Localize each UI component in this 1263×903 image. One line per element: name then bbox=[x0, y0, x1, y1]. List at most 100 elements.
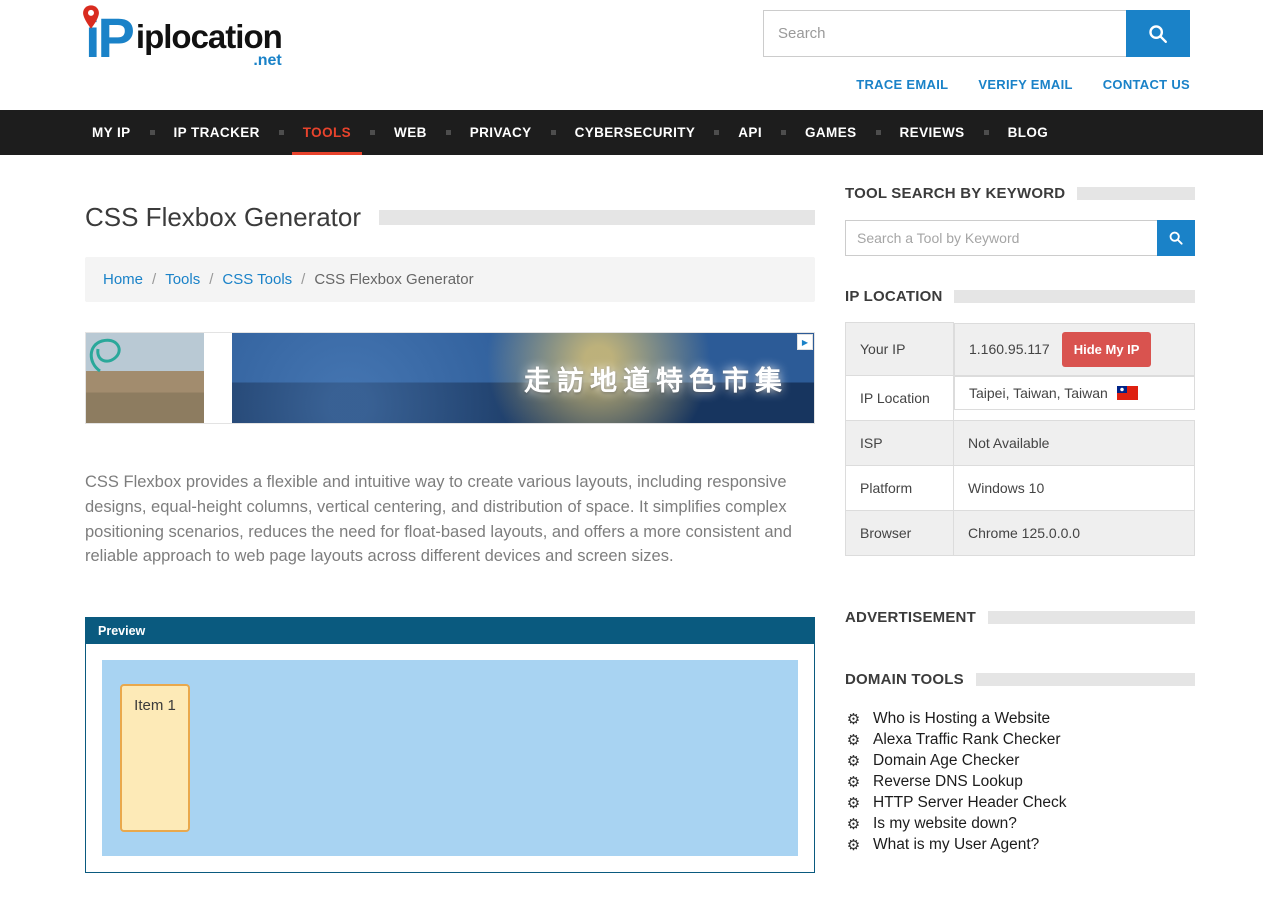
domain-tool-link-user-agent[interactable]: What is my User Agent? bbox=[873, 836, 1039, 854]
ip-row-value-cell: 1.160.95.117 Hide My IP bbox=[954, 323, 1195, 376]
isp-value: Not Available bbox=[954, 421, 1195, 466]
heading-decorative-bar bbox=[1077, 187, 1195, 200]
list-item: ⚙ Alexa Traffic Rank Checker bbox=[845, 729, 1195, 750]
domain-tool-link-reverse-dns[interactable]: Reverse DNS Lookup bbox=[873, 773, 1023, 791]
flexbox-preview-panel: Preview Item 1 bbox=[85, 617, 815, 873]
preview-panel-body: Item 1 bbox=[86, 644, 814, 872]
platform-value: Windows 10 bbox=[954, 466, 1195, 511]
domain-tools-heading: DOMAIN TOOLS bbox=[845, 671, 964, 688]
nav-item-reviews[interactable]: REVIEWS bbox=[881, 110, 984, 155]
domain-tools-list: ⚙ Who is Hosting a Website ⚙ Alexa Traff… bbox=[845, 708, 1195, 855]
title-decorative-bar bbox=[379, 210, 815, 225]
breadcrumb-home[interactable]: Home bbox=[103, 271, 143, 288]
ip-row-label: IP Location bbox=[846, 376, 954, 421]
tool-search-heading: TOOL SEARCH BY KEYWORD bbox=[845, 185, 1065, 202]
contact-us-link[interactable]: CONTACT US bbox=[1103, 77, 1190, 92]
ip-location-section: IP LOCATION Your IP 1.160.95.117 Hide My… bbox=[845, 288, 1195, 556]
ad-choices-icon[interactable]: ▶ bbox=[797, 334, 813, 350]
ip-row-label: Your IP bbox=[846, 323, 954, 376]
gear-icon: ⚙ bbox=[845, 731, 862, 749]
site-search-button[interactable] bbox=[1126, 10, 1190, 57]
your-ip-value: 1.160.95.117 bbox=[969, 341, 1050, 357]
nav-item-my-ip[interactable]: MY IP bbox=[73, 110, 150, 155]
search-icon bbox=[1168, 230, 1184, 246]
breadcrumb-separator bbox=[292, 271, 314, 288]
site-search bbox=[763, 10, 1190, 57]
logo-text: iplocation .net bbox=[136, 18, 282, 70]
gear-icon: ⚙ bbox=[845, 794, 862, 812]
page-title-row: CSS Flexbox Generator bbox=[85, 202, 815, 233]
ad-squiggle-graphic bbox=[86, 333, 204, 423]
nav-item-api[interactable]: API bbox=[719, 110, 781, 155]
breadcrumb-separator bbox=[200, 271, 222, 288]
verify-email-link[interactable]: VERIFY EMAIL bbox=[978, 77, 1072, 92]
preview-flex-container: Item 1 bbox=[102, 660, 798, 856]
nav-item-privacy[interactable]: PRIVACY bbox=[451, 110, 551, 155]
preview-panel-title: Preview bbox=[86, 618, 814, 644]
hide-my-ip-button[interactable]: Hide My IP bbox=[1062, 332, 1152, 367]
nav-item-cybersecurity[interactable]: CYBERSECURITY bbox=[556, 110, 715, 155]
list-item: ⚙ What is my User Agent? bbox=[845, 834, 1195, 855]
ad-banner-main-image: 走訪地道特色市集 bbox=[232, 333, 814, 423]
nav-item-web[interactable]: WEB bbox=[375, 110, 446, 155]
page-title: CSS Flexbox Generator bbox=[85, 202, 361, 233]
list-item: ⚙ Domain Age Checker bbox=[845, 750, 1195, 771]
breadcrumb-separator bbox=[143, 271, 165, 288]
nav-item-ip-tracker[interactable]: IP TRACKER bbox=[155, 110, 279, 155]
domain-tool-link-website-down[interactable]: Is my website down? bbox=[873, 815, 1017, 833]
table-row: IP Location Taipei, Taiwan, Taiwan bbox=[846, 376, 1195, 421]
preview-flex-item-1: Item 1 bbox=[120, 684, 190, 832]
ip-row-label: Browser bbox=[846, 511, 954, 556]
breadcrumb-tools[interactable]: Tools bbox=[165, 271, 200, 288]
logo-name: iplocation bbox=[136, 18, 282, 56]
logo-tld: .net bbox=[253, 52, 281, 70]
breadcrumb-current: CSS Flexbox Generator bbox=[314, 271, 473, 288]
domain-tool-link-domain-age[interactable]: Domain Age Checker bbox=[873, 752, 1019, 770]
main-column: CSS Flexbox Generator Home Tools CSS Too… bbox=[85, 185, 815, 873]
gear-icon: ⚙ bbox=[845, 773, 862, 791]
gear-icon: ⚙ bbox=[845, 815, 862, 833]
trace-email-link[interactable]: TRACE EMAIL bbox=[856, 77, 948, 92]
heading-decorative-bar bbox=[954, 290, 1195, 303]
site-search-input[interactable] bbox=[763, 10, 1126, 57]
tool-search-input[interactable] bbox=[845, 220, 1157, 256]
site-logo[interactable]: iP iplocation .net bbox=[85, 10, 282, 110]
domain-tool-link-alexa-rank[interactable]: Alexa Traffic Rank Checker bbox=[873, 731, 1061, 749]
heading-decorative-bar bbox=[976, 673, 1195, 686]
gear-icon: ⚙ bbox=[845, 836, 862, 854]
nav-item-tools[interactable]: TOOLS bbox=[284, 110, 370, 155]
browser-value: Chrome 125.0.0.0 bbox=[954, 511, 1195, 556]
breadcrumb: Home Tools CSS Tools CSS Flexbox Generat… bbox=[85, 257, 815, 302]
ip-info-table: Your IP 1.160.95.117 Hide My IP IP Locat… bbox=[845, 322, 1195, 556]
content-area: CSS Flexbox Generator Home Tools CSS Too… bbox=[0, 155, 1263, 903]
header-right: TRACE EMAIL VERIFY EMAIL CONTACT US bbox=[763, 10, 1190, 110]
table-row: Browser Chrome 125.0.0.0 bbox=[846, 511, 1195, 556]
tool-search-button[interactable] bbox=[1157, 220, 1195, 256]
logo-ip-mark: iP bbox=[85, 10, 132, 66]
list-item: ⚙ Reverse DNS Lookup bbox=[845, 771, 1195, 792]
nav-item-games[interactable]: GAMES bbox=[786, 110, 876, 155]
main-nav: MY IP IP TRACKER TOOLS WEB PRIVACY CYBER… bbox=[0, 110, 1263, 155]
taiwan-flag-icon bbox=[1117, 386, 1138, 400]
location-pin-icon bbox=[81, 4, 101, 30]
advertisement-heading: ADVERTISEMENT bbox=[845, 609, 976, 626]
advertisement-heading-row: ADVERTISEMENT bbox=[845, 609, 1195, 626]
ip-row-label: ISP bbox=[846, 421, 954, 466]
domain-tool-link-http-header[interactable]: HTTP Server Header Check bbox=[873, 794, 1067, 812]
domain-tool-link-hosting[interactable]: Who is Hosting a Website bbox=[873, 710, 1050, 728]
gear-icon: ⚙ bbox=[845, 752, 862, 770]
tool-search bbox=[845, 220, 1195, 256]
ip-row-label: Platform bbox=[846, 466, 954, 511]
table-row: Platform Windows 10 bbox=[846, 466, 1195, 511]
search-icon bbox=[1147, 23, 1169, 45]
table-row: Your IP 1.160.95.117 Hide My IP bbox=[846, 323, 1195, 376]
list-item: ⚙ Is my website down? bbox=[845, 813, 1195, 834]
nav-item-blog[interactable]: BLOG bbox=[989, 110, 1068, 155]
tool-description: CSS Flexbox provides a flexible and intu… bbox=[85, 470, 815, 569]
list-item: ⚙ HTTP Server Header Check bbox=[845, 792, 1195, 813]
breadcrumb-css-tools[interactable]: CSS Tools bbox=[222, 271, 292, 288]
sidebar: TOOL SEARCH BY KEYWORD IP LOCATION Your … bbox=[845, 185, 1195, 855]
top-header: iP iplocation .net TRACE EMAIL VERIFY EM… bbox=[0, 0, 1263, 110]
ad-banner[interactable]: 走訪地道特色市集 ▶ bbox=[85, 332, 815, 424]
ip-row-value-cell: Taipei, Taiwan, Taiwan bbox=[954, 376, 1195, 410]
